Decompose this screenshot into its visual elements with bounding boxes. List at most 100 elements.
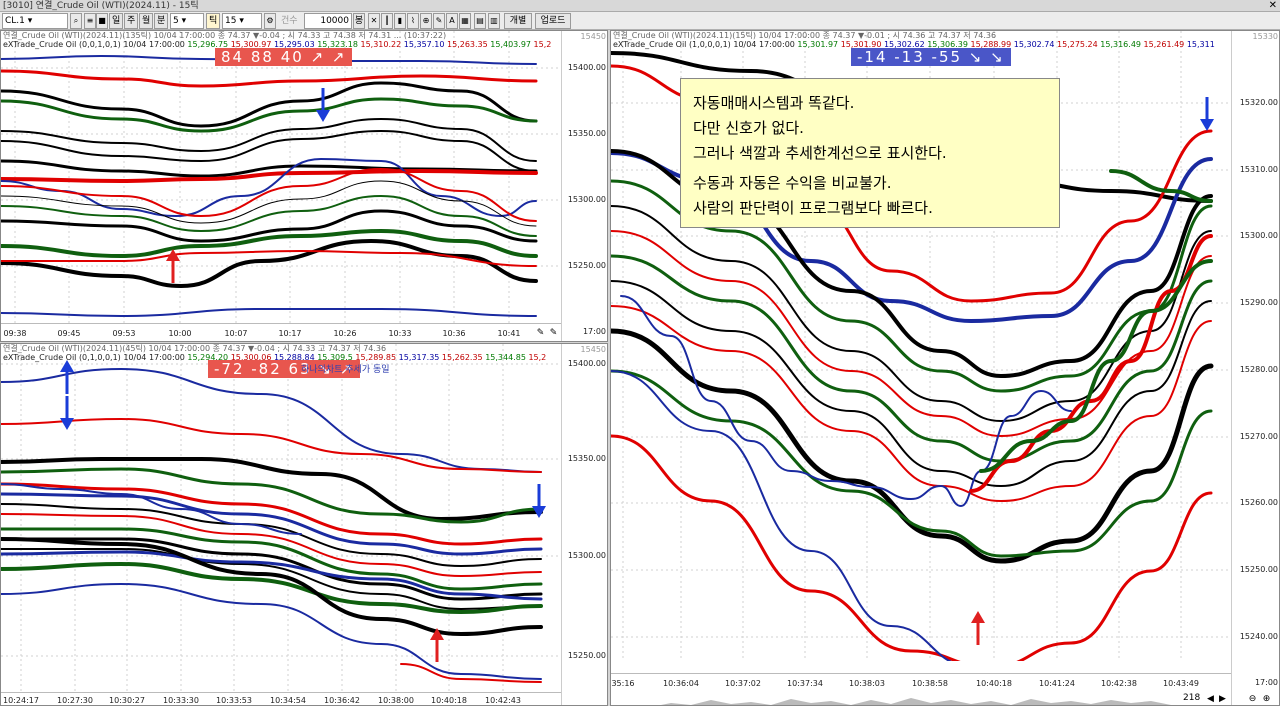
note-line: 사람의 판단력이 프로그램보다 빠르다. xyxy=(693,199,933,217)
price-tick: 15300.00 xyxy=(567,195,606,204)
time-tick: 09:38 xyxy=(3,329,27,338)
price-tick: 15450 xyxy=(580,32,606,41)
indicator-value: 15,311 xyxy=(1186,40,1215,49)
ma-line xyxy=(1,238,538,289)
price-tick: 15310.00 xyxy=(1239,165,1278,174)
edit-icon[interactable]: ✎ xyxy=(548,327,559,339)
minute-value: 5 xyxy=(173,16,179,26)
tick-button[interactable]: 틱 xyxy=(206,13,220,29)
search-icon[interactable]: ⌕ xyxy=(70,13,82,29)
text-icon[interactable]: A xyxy=(446,13,458,29)
indicator-value: 15,2 xyxy=(528,353,547,362)
price-axis: 15450 15400.00 15350.00 15300.00 15250.0… xyxy=(561,344,607,705)
split-button[interactable]: 개별 xyxy=(504,13,532,29)
plot-area[interactable] xyxy=(1,344,561,694)
price-axis: 15450 15400.00 15350.00 15300.00 15250.0… xyxy=(561,31,607,341)
price-tick: 15350.00 xyxy=(567,129,606,138)
bar-chart-icon[interactable]: ▮ xyxy=(394,13,406,29)
ma-line xyxy=(1,97,538,133)
count-unit: 봉 xyxy=(353,13,365,29)
signal-arrow xyxy=(60,418,74,430)
price-tick: 15260.00 xyxy=(1239,498,1278,507)
ma-line xyxy=(1,417,542,473)
zoom-icon[interactable]: ⊕ xyxy=(420,13,432,29)
price-tick: 15250.00 xyxy=(567,651,606,660)
line-chart-icon[interactable]: ⌇ xyxy=(407,13,419,29)
time-tick: 10:38:03 xyxy=(849,679,885,688)
time-tick: 10:43:49 xyxy=(1163,679,1199,688)
time-tick: 09:45 xyxy=(57,329,81,338)
indicator-value: 15,262.35 xyxy=(441,353,483,362)
indicator-value: 15,310.22 xyxy=(360,40,402,49)
time-tick: 09:53 xyxy=(112,329,136,338)
note-line: 그러나 색깔과 추세한계선으로 표시한다. xyxy=(693,144,947,162)
signal-arrow xyxy=(971,611,985,623)
layout1-icon[interactable]: ▤ xyxy=(474,13,486,29)
ma-line xyxy=(611,434,1213,661)
symbol-value: CL.1 xyxy=(5,16,25,26)
time-tick: 10:38:00 xyxy=(378,696,414,705)
period-day-button[interactable]: 일 xyxy=(109,13,123,29)
color-icon[interactable]: ■ xyxy=(96,13,108,29)
plot-area[interactable] xyxy=(1,31,561,331)
indicator-value: 15,302.74 xyxy=(1013,40,1055,49)
time-tick: 10:38:58 xyxy=(912,679,948,688)
indicator-value: 15,357.10 xyxy=(403,40,445,49)
price-tick: 15300.00 xyxy=(1239,231,1278,240)
ma-line xyxy=(611,305,1212,503)
period-minute-button[interactable]: 분 xyxy=(154,13,168,29)
time-tick: 10:42:38 xyxy=(1101,679,1137,688)
time-tick: 10:41:24 xyxy=(1039,679,1075,688)
indicator-value: 15,275.24 xyxy=(1057,40,1098,49)
app-window: [3010] 연결_Crude Oil (WTI)(2024.11) - 15틱… xyxy=(0,0,1280,706)
layout2-icon[interactable]: ▥ xyxy=(488,13,500,29)
list-icon[interactable]: ≡ xyxy=(84,13,96,29)
ma-line xyxy=(1,129,537,172)
chart-panel-bottom-left[interactable]: 연결_Crude Oil (WTI)(2024.11)(45틱) 10/04 1… xyxy=(0,343,608,706)
period-month-button[interactable]: 월 xyxy=(139,13,153,29)
indicator-value: 15,301.97 xyxy=(797,40,839,49)
signal-arrow xyxy=(1200,119,1214,131)
volume-strip xyxy=(661,698,1171,705)
close-icon[interactable]: ✕ xyxy=(1269,0,1277,12)
time-tick: 10:36:04 xyxy=(663,679,699,688)
time-tick: 10:00 xyxy=(168,329,192,338)
count-input[interactable]: 10000 xyxy=(304,13,352,29)
crosshair-icon[interactable]: ✕ xyxy=(368,13,380,29)
note-line: 자동매매시스템과 똑같다. xyxy=(693,94,855,112)
symbol-select[interactable]: CL.1 ▾ xyxy=(2,13,68,29)
ma-line xyxy=(1,307,537,318)
price-tick: 15320.00 xyxy=(1239,98,1278,107)
indicator-name: eXTrade_Crude Oil (0,1,0,0,1) 10/04 17:0… xyxy=(3,353,185,362)
note-line: 다만 신호가 없다. xyxy=(693,119,804,137)
time-tick: 10:40:18 xyxy=(976,679,1012,688)
drawing-icon[interactable]: ✎ xyxy=(433,13,445,29)
time-axis: 09:38 09:45 09:53 10:00 10:07 10:17 10:2… xyxy=(1,323,561,341)
title-bar: [3010] 연결_Crude Oil (WTI)(2024.11) - 15틱… xyxy=(0,0,1280,12)
price-axis: 15330 15320.00 15310.00 15300.00 15290.0… xyxy=(1231,31,1279,705)
time-tick: 10:36:42 xyxy=(324,696,360,705)
minute-select[interactable]: 5 ▾ xyxy=(170,13,204,29)
indicator-value: 15,316.49 xyxy=(1100,40,1141,49)
tick-select[interactable]: 15 ▾ xyxy=(222,13,262,29)
chart-panel-top-left[interactable]: 연결_Crude Oil (WTI)(2024.11)(135틱) 10/04 … xyxy=(0,30,608,342)
scroll-right-icon[interactable]: ▶ xyxy=(1217,693,1228,705)
upload-button[interactable]: 업로드 xyxy=(535,13,571,29)
settings-icon[interactable]: ⚙ xyxy=(264,13,276,29)
zoom-in-icon[interactable]: ⊕ xyxy=(1261,693,1272,705)
time-tick: 10:40:18 xyxy=(431,696,467,705)
note-line: 수동과 자동은 수익을 비교불가. xyxy=(693,174,892,192)
scroll-left-icon[interactable]: ◀ xyxy=(1205,693,1216,705)
period-week-button[interactable]: 주 xyxy=(124,13,138,29)
candle-icon[interactable]: ┃ xyxy=(381,13,393,29)
time-axis: 35:16 10:36:04 10:37:02 10:37:34 10:38:0… xyxy=(611,673,1270,705)
window-title: [3010] 연결_Crude Oil (WTI)(2024.11) - 15틱 xyxy=(3,1,199,11)
zoom-out-icon[interactable]: ⊖ xyxy=(1247,693,1258,705)
price-tick: 15290.00 xyxy=(1239,298,1278,307)
indicator-value: 15,2 xyxy=(533,40,552,49)
signal-score-badge: 84 88 40 ↗ ↗ xyxy=(215,48,353,66)
signal-score-badge: -14 -13 -55 ↘ ↘ xyxy=(851,48,1011,66)
time-tick: 10:07 xyxy=(224,329,248,338)
grid-icon[interactable]: ▦ xyxy=(459,13,471,29)
edit-icon[interactable]: ✎ xyxy=(535,327,546,339)
